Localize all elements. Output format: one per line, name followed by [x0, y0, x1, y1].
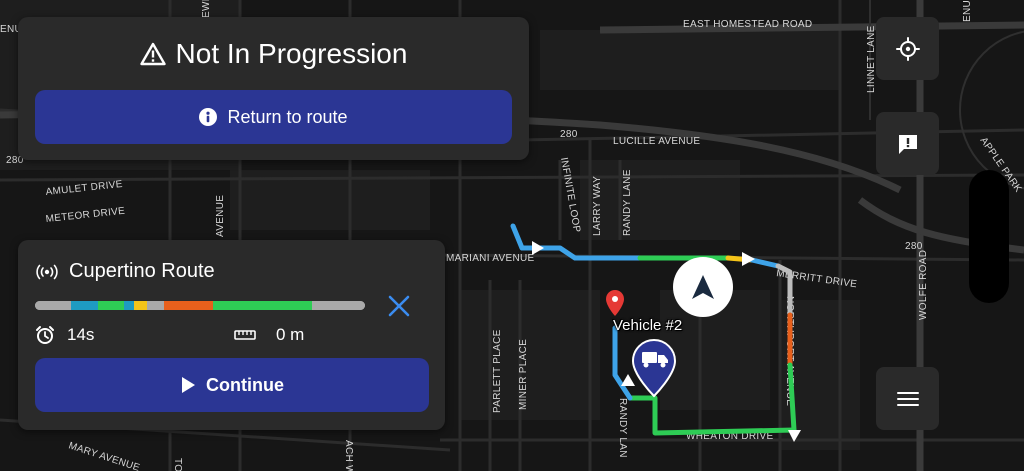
menu-button[interactable]: [876, 367, 939, 430]
progress-segment: [133, 301, 148, 310]
info-circle-icon: [199, 108, 218, 126]
play-icon: [182, 377, 195, 393]
route-progress-bar: [35, 301, 365, 310]
feedback-button[interactable]: [876, 112, 939, 175]
road-label-parlett: PARLETT PLACE: [492, 329, 503, 413]
road-label-280-b: 280: [905, 241, 923, 252]
road-label-east-homestead: EAST HOMESTEAD ROAD: [683, 19, 812, 30]
ruler-icon: [234, 330, 256, 340]
route-card: Cupertino Route 14s 0 m Continue: [18, 240, 445, 430]
map-scroll-handle[interactable]: [969, 170, 1009, 303]
return-to-route-label: Return to route: [227, 106, 348, 127]
navigation-arrow-button[interactable]: [673, 257, 733, 317]
route-status-card: Not In Progression Return to route: [18, 17, 529, 160]
close-route-button[interactable]: [387, 294, 411, 318]
close-icon: [388, 295, 410, 317]
progress-segment: [71, 301, 98, 310]
road-label-280-a: 280: [560, 129, 578, 140]
route-duration: 14s: [35, 325, 94, 345]
road-label-mariani: MARIANI AVENUE: [446, 253, 535, 264]
route-distance-value: 0 m: [276, 325, 305, 344]
road-label-larry-way: LARRY WAY: [592, 176, 603, 236]
crosshair-icon: [895, 36, 920, 61]
road-label-top-right-cut: ENUE: [962, 0, 973, 22]
navigation-arrow-icon: [692, 275, 714, 299]
return-to-route-button[interactable]: Return to route: [35, 90, 512, 144]
continue-button[interactable]: Continue: [35, 358, 429, 412]
road-label-bottom-mid-cut: ACH W: [343, 440, 354, 471]
continue-label: Continue: [206, 374, 284, 395]
progress-segment: [213, 301, 313, 310]
progress-segment: [147, 301, 164, 310]
route-name: Cupertino Route: [69, 260, 215, 282]
progress-segment: [35, 301, 72, 310]
alarm-clock-icon: [36, 326, 54, 344]
route-duration-value: 14s: [67, 325, 95, 344]
progress-segment: [163, 301, 214, 310]
route-distance: 0 m: [234, 325, 304, 345]
progress-segment: [312, 301, 365, 310]
status-title-text: Not In Progression: [175, 38, 408, 69]
broadcast-icon: [36, 264, 58, 279]
road-label-left-vert-cut: AVENUE: [215, 195, 226, 237]
status-title: Not In Progression: [18, 38, 529, 70]
warning-triangle-icon: [139, 42, 166, 66]
menu-icon: [896, 391, 919, 406]
road-label-wolfe: WOLFE ROAD: [918, 250, 929, 320]
progress-segment: [97, 301, 125, 310]
road-label-lucille: LUCILLE AVENUE: [613, 136, 700, 147]
recenter-button[interactable]: [876, 17, 939, 80]
road-label-randy-lane-top: RANDY LANE: [622, 169, 633, 236]
progress-segment: [124, 301, 134, 310]
road-label-bottom-left-cut: TON: [172, 458, 183, 471]
road-label-randy-lane-bottom: RANDY LAN: [617, 398, 628, 458]
road-label-miner: MINER PLACE: [518, 339, 529, 410]
vehicle-label: Vehicle #2: [613, 317, 683, 334]
route-title: Cupertino Route: [35, 260, 215, 283]
feedback-icon: [898, 134, 917, 154]
road-label-top-mid-cut: EWE: [201, 0, 212, 18]
